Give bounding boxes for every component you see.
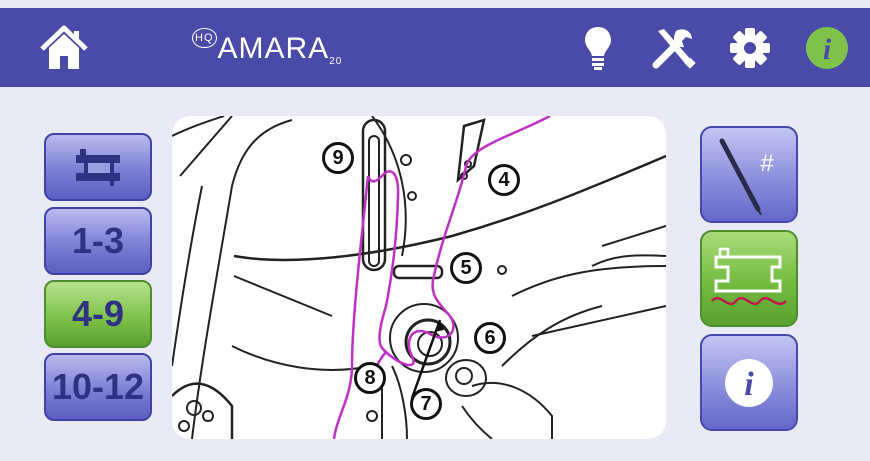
sewing-machine-icon [76,149,120,186]
header-bar: HQ AMARA20 i [0,8,870,87]
tab-steps-4-9-label: 4-9 [71,293,125,334]
tab-steps-1-3[interactable]: 1-3 [44,207,152,275]
tab-steps-1-3-label: 1-3 [71,220,125,261]
machine-stitch-button[interactable] [700,230,798,327]
brand-name: AMARA [217,32,330,65]
needle-settings-button[interactable]: # [700,126,798,223]
gear-icon [730,27,770,68]
step-9-label: 9 [322,142,354,174]
needle-icon: # [719,138,774,215]
needle-size-glyph: # [760,150,774,177]
step-7-label: 7 [410,388,442,420]
tab-steps-10-12[interactable]: 10-12 [44,353,152,421]
svg-text:i: i [823,33,832,66]
brand-logo: HQ AMARA20 [192,28,343,67]
step-4-label: 4 [488,164,520,196]
brand-suffix: 20 [329,56,343,67]
info-icon: i [725,358,773,407]
step-8-label: 8 [354,362,386,394]
tab-steps-10-12-label: 10-12 [51,366,145,407]
info-header-button[interactable]: i [804,8,850,87]
tab-machine-overview[interactable] [44,133,152,201]
info-icon: i [806,26,848,69]
brand-prefix: HQ [192,28,217,48]
settings-button[interactable] [728,8,772,87]
tips-button[interactable] [582,8,614,87]
lightbulb-icon [585,26,611,70]
tools-icon [652,28,696,69]
info-help-button[interactable]: i [700,334,798,431]
step-5-label: 5 [450,252,482,284]
tools-button[interactable] [650,8,700,87]
step-6-label: 6 [474,322,506,354]
machine-stitch-icon [711,247,787,305]
home-icon [40,25,88,69]
threading-diagram: 9 4 5 6 7 8 [172,116,666,439]
tab-steps-4-9[interactable]: 4-9 [44,280,152,348]
info-glyph: i [744,366,754,403]
home-button[interactable] [38,8,90,87]
